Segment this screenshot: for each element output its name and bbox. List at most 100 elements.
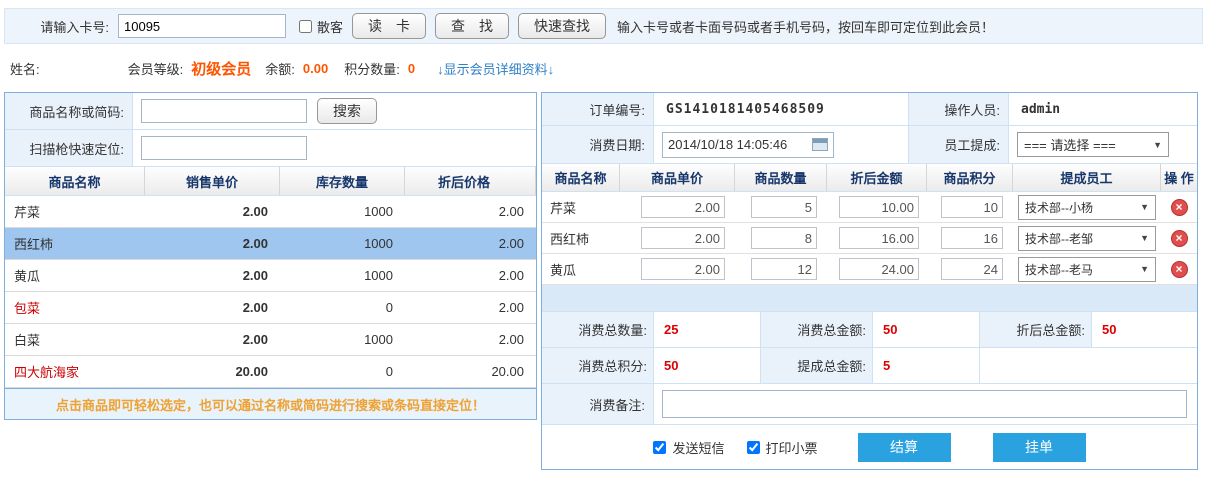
order-no-label: 订单编号: [542,93,654,125]
goods-col-price: 销售单价 [145,167,280,195]
remark-label: 消费备注: [542,384,654,424]
member-info-bar: 姓名: 会员等级: 初级会员 余额: 0.00 积分数量: 0 ↓显示会员详细资… [4,54,1203,82]
actions-row: 发送短信 打印小票 结算 挂单 [542,425,1197,469]
goods-discounted: 2.00 [405,236,536,251]
item-col-action: 操 作 [1161,164,1197,191]
item-staff-value: 技术部--老邹 [1025,230,1093,247]
goods-search-input[interactable] [141,99,307,123]
chevron-down-icon: ▼ [1140,264,1149,274]
chevron-down-icon: ▼ [1140,233,1149,243]
item-qty-input[interactable] [751,196,817,218]
show-member-detail-link[interactable]: ↓显示会员详细资料↓ [437,59,554,78]
print-receipt-checkbox[interactable] [747,441,760,454]
walkin-label: 散客 [317,17,343,36]
card-number-input[interactable] [118,14,286,38]
total-qty-value: 25 [654,312,761,347]
goods-row[interactable]: 芹菜 2.00 1000 2.00 [5,196,536,228]
item-qty-input[interactable] [751,227,817,249]
balance-label: 余额: [265,59,295,78]
quick-find-button[interactable]: 快速查找 [518,13,606,39]
goods-col-name: 商品名称 [5,167,145,195]
goods-price: 2.00 [145,268,280,283]
item-staff-select[interactable]: 技术部--老马 ▼ [1018,257,1156,282]
item-name: 黄瓜 [542,260,620,279]
staff-commission-select[interactable]: === 请选择 === ▼ [1017,132,1169,157]
item-qty-input[interactable] [751,258,817,280]
send-sms-checkbox[interactable] [653,441,666,454]
goods-row-selected[interactable]: 西红柿 2.00 1000 2.00 [5,228,536,260]
goods-stock: 0 [280,300,405,315]
consume-date-value: 2014/10/18 14:05:46 [668,137,787,152]
goods-stock: 1000 [280,236,405,251]
item-price-input[interactable] [641,258,725,280]
item-amount-input[interactable] [839,196,919,218]
goods-search-row: 商品名称或简码: 搜索 [5,93,536,130]
summary-row-1: 消费总数量: 25 消费总金额: 50 折后总金额: 50 [542,312,1197,348]
goods-row[interactable]: 黄瓜 2.00 1000 2.00 [5,260,536,292]
item-points-input[interactable] [941,258,1003,280]
order-items-header: 商品名称 商品单价 商品数量 折后金额 商品积分 提成员工 操 作 [542,164,1197,192]
print-receipt-label: 打印小票 [766,438,818,457]
goods-panel-note: 点击商品即可轻松选定，也可以通过名称或简码进行搜索或条码直接定位！ [5,388,536,419]
item-name: 西红柿 [542,229,620,248]
goods-name: 白菜 [5,330,145,349]
goods-col-discounted: 折后价格 [405,167,536,195]
consume-date-input[interactable]: 2014/10/18 14:05:46 [662,132,834,158]
scan-locate-label: 扫描枪快速定位: [5,130,133,166]
item-price-input[interactable] [641,227,725,249]
settle-button[interactable]: 结算 [858,433,951,462]
goods-name: 西红柿 [5,234,145,253]
card-search-bar: 请输入卡号: 散客 读 卡 查 找 快速查找 输入卡号或者卡面号码或者手机号码，… [4,8,1203,44]
operator-label: 操作人员: [909,93,1009,125]
balance-value: 0.00 [303,61,328,76]
goods-row[interactable]: 包菜 2.00 0 2.00 [5,292,536,324]
walkin-checkbox[interactable] [299,20,312,33]
operator-value: admin [1009,102,1197,117]
delete-item-icon[interactable]: × [1171,261,1188,278]
goods-discounted: 2.00 [405,204,536,219]
item-amount-input[interactable] [839,258,919,280]
goods-discounted: 2.00 [405,332,536,347]
commission-total-value: 5 [873,348,980,383]
item-price-input[interactable] [641,196,725,218]
remark-input[interactable] [662,390,1187,418]
goods-panel: 商品名称或简码: 搜索 扫描枪快速定位: 商品名称 销售单价 库存数量 折后价格… [4,92,537,420]
scan-locate-input[interactable] [141,136,307,160]
goods-search-button[interactable]: 搜索 [317,98,377,124]
item-staff-value: 技术部--老马 [1025,261,1093,278]
hold-order-button[interactable]: 挂单 [993,433,1086,462]
delete-item-icon[interactable]: × [1171,230,1188,247]
discounted-total-value: 50 [1092,312,1197,347]
order-date-row: 消费日期: 2014/10/18 14:05:46 员工提成: === 请选择 … [542,126,1197,164]
goods-name: 包菜 [5,298,145,317]
item-amount-input[interactable] [839,227,919,249]
item-col-qty: 商品数量 [735,164,827,191]
goods-row[interactable]: 白菜 2.00 1000 2.00 [5,324,536,356]
order-no-value: GS1410181405468509 [654,93,909,125]
member-name-label: 姓名: [10,59,40,78]
find-button[interactable]: 查 找 [435,13,509,39]
total-points-value: 50 [654,348,761,383]
goods-search-label: 商品名称或简码: [5,93,133,129]
card-number-label: 请输入卡号: [11,17,109,36]
goods-row[interactable]: 四大航海家 20.00 0 20.00 [5,356,536,388]
total-amount-value: 50 [873,312,980,347]
member-level-value: 初级会员 [191,58,251,79]
item-col-price: 商品单价 [620,164,735,191]
delete-item-icon[interactable]: × [1171,199,1188,216]
order-info-row: 订单编号: GS1410181405468509 操作人员: admin [542,93,1197,126]
order-item-row: 西红柿 技术部--老邹 ▼ × [542,223,1197,254]
goods-price: 20.00 [145,364,280,379]
item-col-points: 商品积分 [927,164,1013,191]
goods-stock: 0 [280,364,405,379]
item-name: 芹菜 [542,198,620,217]
goods-discounted: 2.00 [405,268,536,283]
item-staff-select[interactable]: 技术部--老邹 ▼ [1018,226,1156,251]
pos-consume-screen: 请输入卡号: 散客 读 卡 查 找 快速查找 输入卡号或者卡面号码或者手机号码，… [0,0,1207,478]
item-staff-select[interactable]: 技术部--小杨 ▼ [1018,195,1156,220]
item-points-input[interactable] [941,227,1003,249]
read-card-button[interactable]: 读 卡 [352,13,426,39]
calendar-icon[interactable] [812,138,828,151]
item-staff-value: 技术部--小杨 [1025,199,1093,216]
item-points-input[interactable] [941,196,1003,218]
